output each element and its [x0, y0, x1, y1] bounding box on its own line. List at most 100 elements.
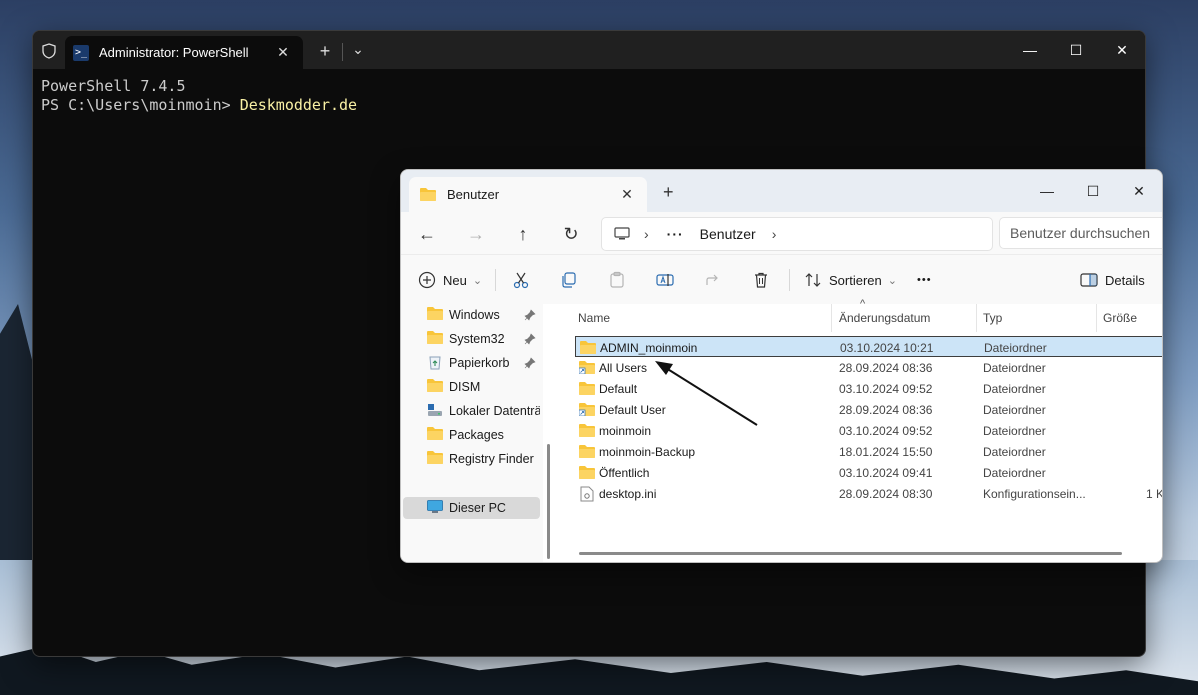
sidebar-item-packages[interactable]: Packages — [403, 424, 540, 446]
details-button-label: Details — [1105, 272, 1145, 288]
pin-icon — [524, 333, 536, 345]
pc-icon — [427, 499, 443, 517]
column-divider[interactable] — [976, 304, 977, 332]
column-header-name[interactable]: Name — [578, 304, 610, 332]
sort-button-label: Sortieren — [829, 272, 882, 288]
command-bar: Neu ⌄ Sortieren ⌄ ••• Details — [401, 254, 1162, 305]
sidebar-item-label: Packages — [449, 428, 504, 442]
column-header-size[interactable]: Größe — [1103, 304, 1137, 332]
folder-icon — [427, 379, 443, 395]
close-button[interactable]: ✕ — [1116, 178, 1162, 204]
table-row[interactable]: desktop.ini 28.09.2024 08:30 Konfigurati… — [575, 483, 1163, 504]
cut-button[interactable] — [511, 269, 531, 291]
breadcrumb-chevron[interactable]: › — [644, 226, 649, 242]
breadcrumb-location[interactable]: Benutzer — [700, 226, 756, 242]
sidebar-item-label: Registry Finder — [449, 452, 534, 466]
file-type: Dateiordner — [983, 402, 1046, 417]
paste-button[interactable] — [607, 269, 627, 291]
navigation-pane[interactable]: Windows System32 Papierkorb DISM Lokaler… — [401, 304, 543, 562]
back-button[interactable]: ← — [415, 222, 439, 246]
file-name: desktop.ini — [599, 486, 657, 501]
table-row[interactable]: Öffentlich 03.10.2024 09:41 Dateiordner — [575, 462, 1162, 483]
explorer-tab[interactable]: Benutzer ✕ — [409, 177, 647, 212]
powershell-icon: >_ — [73, 44, 89, 61]
folder-icon — [579, 378, 595, 399]
titlebar-divider — [342, 43, 343, 61]
explorer-titlebar[interactable]: Benutzer ✕ + — ☐ ✕ — [401, 170, 1162, 212]
sort-button[interactable]: Sortieren ⌄ — [803, 269, 897, 291]
chevron-down-icon[interactable]: ⌄ — [347, 41, 369, 58]
folder-icon — [579, 420, 595, 441]
minimize-button[interactable]: — — [1007, 38, 1053, 62]
column-header-type[interactable]: Typ — [983, 304, 1002, 332]
sidebar-item-registry-finder[interactable]: Registry Finder — [403, 448, 540, 470]
breadcrumb-more[interactable]: ··· — [667, 226, 684, 242]
terminal-version-line: PowerShell 7.4.5 — [41, 77, 186, 95]
folder-icon — [427, 451, 443, 467]
tab-close-icon[interactable]: ✕ — [617, 186, 637, 203]
table-row[interactable]: All Users 28.09.2024 08:36 Dateiordner — [575, 357, 1162, 378]
file-name: moinmoin — [599, 423, 652, 438]
sidebar-item-dieser-pc[interactable]: Dieser PC — [403, 497, 540, 519]
details-button[interactable]: Details — [1079, 269, 1145, 291]
horizontal-scrollbar[interactable] — [579, 552, 1122, 555]
tab-close-icon[interactable]: ✕ — [273, 43, 293, 63]
maximize-button[interactable]: ☐ — [1053, 38, 1099, 62]
file-name: ADMIN_moinmoin — [600, 340, 698, 355]
file-type: Dateiordner — [983, 381, 1046, 396]
search-input[interactable]: Benutzer durchsuchen — [999, 217, 1162, 249]
minimize-button[interactable]: — — [1024, 178, 1070, 204]
table-row[interactable]: ADMIN_moinmoin 03.10.2024 10:21 Dateiord… — [575, 336, 1162, 357]
more-options-button[interactable]: ••• — [917, 269, 932, 291]
new-button[interactable]: Neu ⌄ — [417, 269, 482, 291]
table-row[interactable]: moinmoin-Backup 18.01.2024 15:50 Dateior… — [575, 441, 1162, 462]
file-name: Default — [599, 381, 638, 396]
refresh-button[interactable]: ↻ — [559, 222, 583, 246]
sidebar-item-label: Lokaler Datenträg — [449, 404, 540, 418]
maximize-button[interactable]: ☐ — [1070, 178, 1116, 204]
table-row[interactable]: Default 03.10.2024 09:52 Dateiordner — [575, 378, 1162, 399]
share-icon — [703, 270, 723, 290]
file-name: moinmoin-Backup — [599, 444, 696, 459]
navigation-scrollbar[interactable] — [547, 444, 550, 559]
column-divider[interactable] — [831, 304, 832, 332]
forward-button[interactable]: → — [464, 222, 488, 246]
file-name: All Users — [599, 360, 648, 375]
file-list[interactable]: ^ Name Änderungsdatum Typ Größe ADMIN_mo… — [561, 298, 1163, 562]
file-type: Dateiordner — [983, 423, 1046, 438]
terminal-tab[interactable]: >_ Administrator: PowerShell ✕ — [65, 36, 303, 69]
table-row[interactable]: moinmoin 03.10.2024 09:52 Dateiordner — [575, 420, 1162, 441]
table-row[interactable]: Default User 28.09.2024 08:36 Dateiordne… — [575, 399, 1162, 420]
file-type: Dateiordner — [984, 340, 1047, 355]
column-divider[interactable] — [1096, 304, 1097, 332]
scissors-icon — [511, 270, 531, 290]
file-size: 1 K — [1146, 486, 1163, 501]
folder-icon — [579, 441, 595, 462]
rename-button[interactable] — [655, 269, 675, 291]
sidebar-item-lokaler-datentraeger[interactable]: Lokaler Datenträg — [403, 400, 540, 422]
up-button[interactable]: ↑ — [511, 222, 535, 246]
recycle-bin-icon — [427, 354, 443, 373]
terminal-output[interactable]: PowerShell 7.4.5 PS C:\Users\moinmoin> D… — [33, 69, 1145, 123]
sidebar-item-system32[interactable]: System32 — [403, 328, 540, 350]
chevron-down-icon: ⌄ — [887, 274, 897, 287]
sidebar-item-label: Dieser PC — [449, 501, 506, 515]
share-button[interactable] — [703, 269, 723, 291]
command-divider — [495, 269, 496, 291]
close-button[interactable]: ✕ — [1099, 38, 1145, 62]
file-type: Dateiordner — [983, 444, 1046, 459]
delete-button[interactable] — [751, 269, 771, 291]
breadcrumb-chevron[interactable]: › — [772, 226, 777, 242]
new-tab-button[interactable]: + — [313, 41, 337, 62]
explorer-window[interactable]: Benutzer ✕ + — ☐ ✕ ← → ↑ ↻ › ··· Benutze… — [400, 169, 1163, 563]
new-tab-button[interactable]: + — [663, 182, 674, 203]
address-bar[interactable]: › ··· Benutzer › — [601, 217, 993, 251]
file-type: Dateiordner — [983, 465, 1046, 480]
folder-icon — [427, 307, 443, 323]
sidebar-item-papierkorb[interactable]: Papierkorb — [403, 352, 540, 374]
sidebar-item-dism[interactable]: DISM — [403, 376, 540, 398]
column-header-date[interactable]: Änderungsdatum — [839, 304, 930, 332]
copy-button[interactable] — [559, 269, 579, 291]
terminal-titlebar[interactable]: >_ Administrator: PowerShell ✕ + ⌄ — ☐ ✕ — [33, 31, 1145, 69]
sidebar-item-windows[interactable]: Windows — [403, 304, 540, 326]
